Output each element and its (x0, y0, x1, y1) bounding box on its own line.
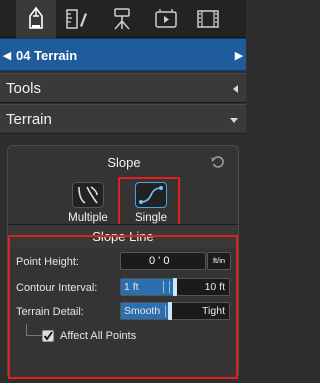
tree-connector (26, 324, 42, 336)
chevron-right-icon: ▶ (234, 50, 244, 62)
slope-title: Slope (107, 155, 141, 170)
chevron-left-icon: ◀ (2, 50, 12, 62)
previous-file-button[interactable]: ◀ (0, 39, 14, 72)
tripod-icon (114, 8, 130, 30)
point-height-field[interactable]: 0 ' 0 (120, 252, 206, 270)
slope-single-label: Single (135, 212, 167, 224)
unit-selector[interactable]: ft/in (207, 252, 231, 270)
contour-slider-thumb[interactable] (173, 278, 177, 296)
multiple-slope-icon (78, 186, 98, 204)
detail-max-label: Tight (202, 305, 225, 317)
terrain-detail-label: Terrain Detail: (16, 306, 84, 318)
slider-tick (169, 281, 170, 293)
slider-tick (165, 305, 166, 317)
mode-toolbar (0, 0, 246, 38)
slope-line-title: Slope Line (8, 224, 238, 248)
affect-all-label: Affect All Points (60, 330, 137, 342)
tab-film-strip[interactable] (188, 0, 228, 38)
pencil-icon (29, 6, 43, 29)
file-title: 04 Terrain (16, 48, 78, 63)
ruler-pencil-icon (66, 9, 87, 29)
single-slope-icon (139, 186, 163, 204)
check-icon (43, 331, 53, 341)
terrain-detail-slider[interactable]: Smooth Tight (120, 302, 230, 320)
point-height-label: Point Height: (16, 256, 79, 268)
reset-icon[interactable] (210, 154, 226, 170)
terrain-panel: Slope Multiple Single Slope Line Point H… (7, 145, 239, 379)
contour-interval-slider[interactable]: 1 ft 10 ft (120, 278, 230, 296)
slider-tick (163, 281, 164, 293)
section-terrain-label: Terrain (6, 111, 52, 128)
expand-down-icon (230, 118, 238, 123)
section-tools[interactable]: Tools (0, 73, 246, 103)
point-height-value: 0 ' 0 (149, 255, 170, 267)
tab-ruler-pencil[interactable] (56, 0, 96, 38)
tab-video[interactable] (146, 0, 186, 38)
contour-min-label: 1 ft (124, 281, 139, 293)
tab-pencil[interactable] (16, 0, 56, 38)
section-terrain[interactable]: Terrain (0, 104, 246, 134)
next-file-button[interactable]: ▶ (232, 39, 246, 72)
section-tools-label: Tools (6, 80, 42, 97)
file-bar: ◀ 04 Terrain ▶ (0, 38, 246, 71)
detail-slider-thumb[interactable] (168, 302, 172, 320)
affect-all-checkbox[interactable] (42, 330, 54, 342)
unit-label: ft/in (212, 256, 226, 265)
contour-interval-label: Contour Interval: (16, 282, 98, 294)
collapse-left-icon (233, 85, 238, 93)
detail-min-label: Smooth (124, 305, 161, 317)
slope-multiple-button[interactable] (72, 182, 104, 208)
video-icon (155, 9, 177, 28)
film-strip-icon (197, 10, 219, 28)
slope-multiple-label: Multiple (68, 212, 108, 224)
slope-single-button[interactable] (135, 182, 167, 208)
contour-max-label: 10 ft (204, 281, 225, 293)
tab-tripod[interactable] (102, 0, 142, 38)
